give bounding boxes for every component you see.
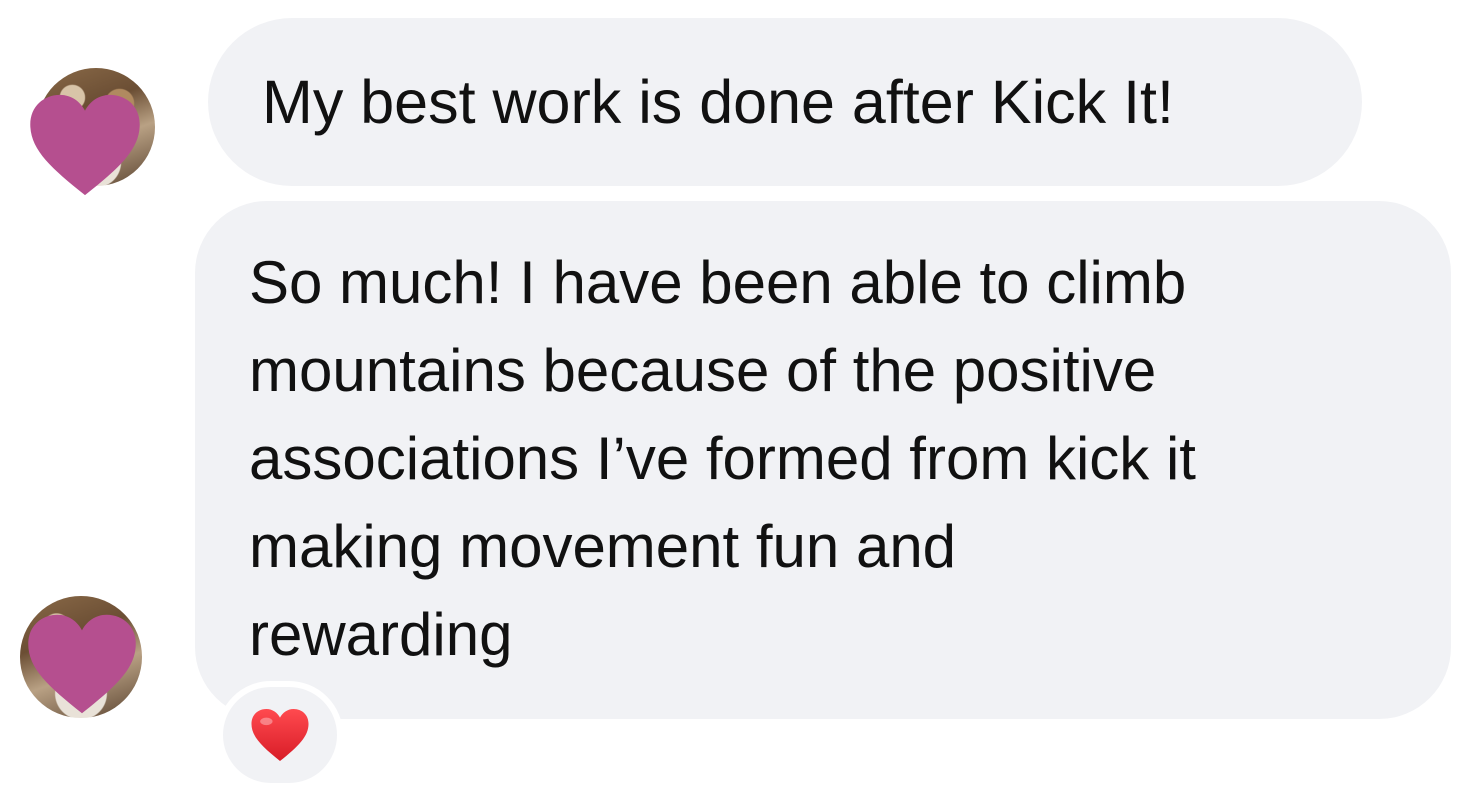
message-text-line: rewarding xyxy=(249,601,513,668)
heart-icon xyxy=(28,614,136,714)
message-text: My best work is done after Kick It! xyxy=(262,67,1174,136)
message-text-line: mountains because of the positive xyxy=(249,337,1157,404)
message-bubble[interactable]: My best work is done after Kick It! xyxy=(208,18,1362,186)
red-heart-reaction-icon xyxy=(251,708,309,762)
heart-icon xyxy=(30,94,140,196)
sender-avatar[interactable] xyxy=(30,68,155,196)
message-text-line: making movement fun and xyxy=(249,513,957,580)
sender-avatar[interactable] xyxy=(20,596,142,718)
reaction-badge[interactable] xyxy=(217,681,343,789)
message-bubble[interactable]: So much! I have been able to climb mount… xyxy=(195,201,1451,719)
message-text-line: So much! I have been able to climb xyxy=(249,249,1187,316)
message-text-line: associations I’ve formed from kick it xyxy=(249,425,1196,492)
